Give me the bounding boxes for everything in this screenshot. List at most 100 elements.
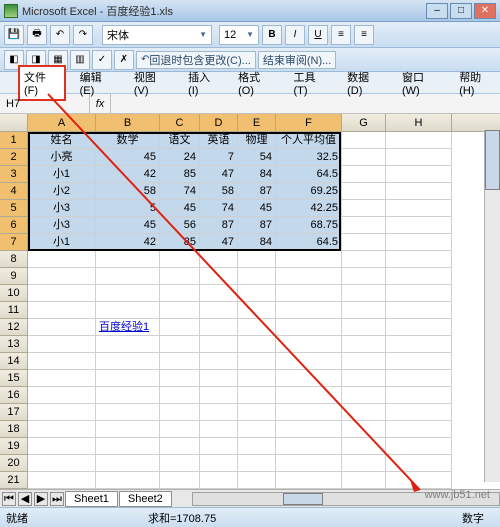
cell[interactable] (342, 234, 386, 251)
col-header-b[interactable]: B (96, 114, 160, 131)
row-header[interactable]: 10 (0, 285, 28, 302)
cell[interactable] (342, 268, 386, 285)
cell[interactable] (276, 353, 342, 370)
row-header[interactable]: 2 (0, 149, 28, 166)
cell[interactable] (386, 370, 452, 387)
cell[interactable] (200, 251, 238, 268)
cell[interactable] (276, 251, 342, 268)
cell[interactable]: 87 (238, 183, 276, 200)
select-all-corner[interactable] (0, 114, 28, 131)
bold-button[interactable]: B (262, 25, 282, 45)
cell[interactable] (276, 302, 342, 319)
cell[interactable] (386, 183, 452, 200)
cell[interactable] (342, 302, 386, 319)
cell[interactable] (276, 455, 342, 472)
cell[interactable] (342, 251, 386, 268)
cell[interactable] (386, 149, 452, 166)
cell[interactable]: 5 (96, 200, 160, 217)
cell[interactable] (238, 455, 276, 472)
cell[interactable]: 87 (200, 217, 238, 234)
cell[interactable]: 45 (160, 200, 200, 217)
cell[interactable] (28, 336, 96, 353)
col-header-a[interactable]: A (28, 114, 96, 131)
row-header[interactable]: 8 (0, 251, 28, 268)
cell[interactable] (276, 438, 342, 455)
cell[interactable]: 58 (96, 183, 160, 200)
cell[interactable] (160, 387, 200, 404)
cell[interactable] (238, 421, 276, 438)
name-box[interactable]: H7 (0, 94, 90, 113)
cell[interactable] (28, 319, 96, 336)
cell[interactable]: 24 (160, 149, 200, 166)
cell[interactable] (342, 387, 386, 404)
cell[interactable] (96, 285, 160, 302)
cell[interactable] (200, 319, 238, 336)
redo-icon[interactable]: ↷ (73, 25, 93, 45)
cell[interactable]: 32.5 (276, 149, 342, 166)
col-header-e[interactable]: E (238, 114, 276, 131)
cell[interactable]: 42.25 (276, 200, 342, 217)
cell[interactable]: 84 (238, 234, 276, 251)
cell[interactable] (96, 336, 160, 353)
cell[interactable] (96, 404, 160, 421)
cell[interactable] (200, 438, 238, 455)
cell[interactable] (342, 336, 386, 353)
cell[interactable] (342, 132, 386, 149)
row-header[interactable]: 16 (0, 387, 28, 404)
cell[interactable] (276, 336, 342, 353)
cell[interactable] (386, 472, 452, 489)
row-header[interactable]: 9 (0, 268, 28, 285)
cell[interactable] (238, 251, 276, 268)
cell[interactable] (200, 268, 238, 285)
cell[interactable] (160, 268, 200, 285)
cell[interactable] (386, 268, 452, 285)
cell[interactable] (28, 387, 96, 404)
cell[interactable] (160, 251, 200, 268)
cell[interactable] (238, 370, 276, 387)
cell[interactable] (96, 370, 160, 387)
cell[interactable] (28, 472, 96, 489)
row-header[interactable]: 21 (0, 472, 28, 489)
cell[interactable] (28, 268, 96, 285)
cell[interactable] (238, 336, 276, 353)
cell[interactable] (342, 217, 386, 234)
cell[interactable]: 69.25 (276, 183, 342, 200)
cell[interactable] (200, 455, 238, 472)
cell[interactable] (238, 472, 276, 489)
cell[interactable] (276, 404, 342, 421)
cell[interactable]: 85 (160, 234, 200, 251)
cell[interactable]: 小1 (28, 166, 96, 183)
row-header[interactable]: 11 (0, 302, 28, 319)
cell[interactable] (342, 285, 386, 302)
cell[interactable]: 小1 (28, 234, 96, 251)
cell[interactable] (96, 251, 160, 268)
cell[interactable]: 语文 (160, 132, 200, 149)
minimize-button[interactable]: – (426, 3, 448, 19)
cell[interactable] (96, 353, 160, 370)
cell[interactable]: 68.75 (276, 217, 342, 234)
cell[interactable] (342, 421, 386, 438)
cell[interactable] (96, 472, 160, 489)
cell[interactable] (386, 336, 452, 353)
cell[interactable] (160, 353, 200, 370)
row-header[interactable]: 4 (0, 183, 28, 200)
print-icon[interactable]: 🖶 (27, 25, 47, 45)
cell[interactable] (386, 353, 452, 370)
cell[interactable] (386, 387, 452, 404)
cell[interactable] (160, 404, 200, 421)
cell[interactable]: 42 (96, 234, 160, 251)
cell[interactable] (200, 353, 238, 370)
cell[interactable] (386, 404, 452, 421)
cell[interactable]: 54 (238, 149, 276, 166)
cell[interactable] (160, 438, 200, 455)
cell[interactable] (276, 285, 342, 302)
cell[interactable] (342, 200, 386, 217)
row-header[interactable]: 15 (0, 370, 28, 387)
cell[interactable] (386, 234, 452, 251)
cell[interactable] (200, 387, 238, 404)
font-size-select[interactable]: 12 ▼ (219, 25, 259, 45)
cell[interactable] (386, 302, 452, 319)
cell[interactable] (342, 370, 386, 387)
tab-nav-next-icon[interactable]: ▶ (34, 492, 48, 506)
cell[interactable] (276, 268, 342, 285)
